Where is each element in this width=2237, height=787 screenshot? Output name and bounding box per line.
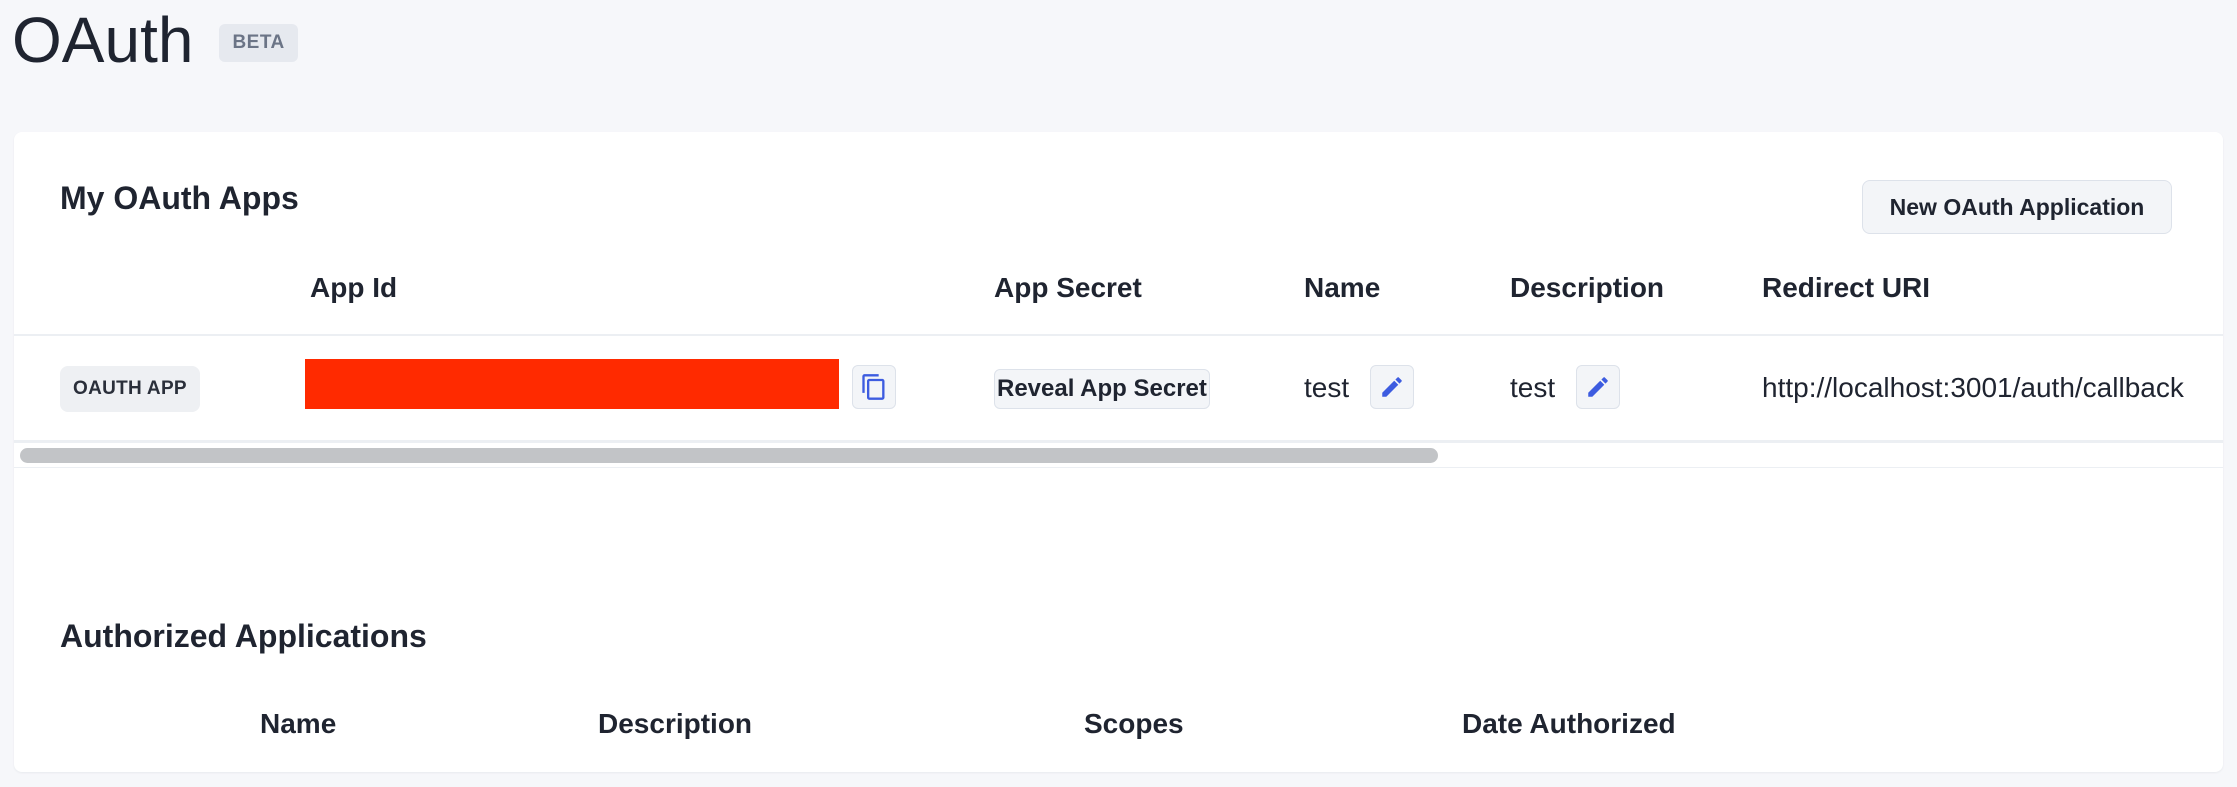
reveal-app-secret-button[interactable]: Reveal App Secret xyxy=(994,369,1210,409)
edit-description-button[interactable] xyxy=(1576,365,1620,409)
oauth-card: My OAuth Apps New OAuth Application App … xyxy=(14,132,2223,772)
pencil-icon xyxy=(1588,377,1608,397)
column-header-scopes: Scopes xyxy=(1084,708,1184,739)
page-header: OAuth BETA xyxy=(12,0,298,80)
redirect-uri: http://localhost:3001/auth/callback xyxy=(1762,372,2184,403)
table-divider xyxy=(14,334,2223,336)
column-header-name: Name xyxy=(1304,272,1381,303)
my-apps-title: My OAuth Apps xyxy=(60,180,299,216)
column-header-description: Description xyxy=(1510,272,1665,303)
app-description: test xyxy=(1510,372,1556,403)
column-header-app-id: App Id xyxy=(310,272,398,303)
scrollbar-thumb[interactable] xyxy=(20,448,1438,463)
column-header-description: Description xyxy=(598,708,753,739)
redacted-app-id xyxy=(305,359,839,409)
oauth-app-badge: OAUTH APP xyxy=(60,366,200,412)
column-header-date-authorized: Date Authorized xyxy=(1462,708,1676,739)
new-oauth-application-button[interactable]: New OAuth Application xyxy=(1862,180,2172,234)
edit-name-button[interactable] xyxy=(1370,365,1414,409)
column-header-redirect-uri: Redirect URI xyxy=(1762,272,1931,303)
app-name: test xyxy=(1304,372,1350,403)
page-title: OAuth xyxy=(12,4,194,76)
beta-badge: BETA xyxy=(219,24,298,62)
horizontal-scrollbar[interactable] xyxy=(14,442,2223,468)
copy-app-id-button[interactable] xyxy=(852,365,896,409)
column-header-app-secret: App Secret xyxy=(994,272,1142,303)
pencil-icon xyxy=(1382,377,1402,397)
authorized-apps-title: Authorized Applications xyxy=(60,618,427,654)
copy-icon xyxy=(862,374,885,400)
column-header-name: Name xyxy=(260,708,337,739)
